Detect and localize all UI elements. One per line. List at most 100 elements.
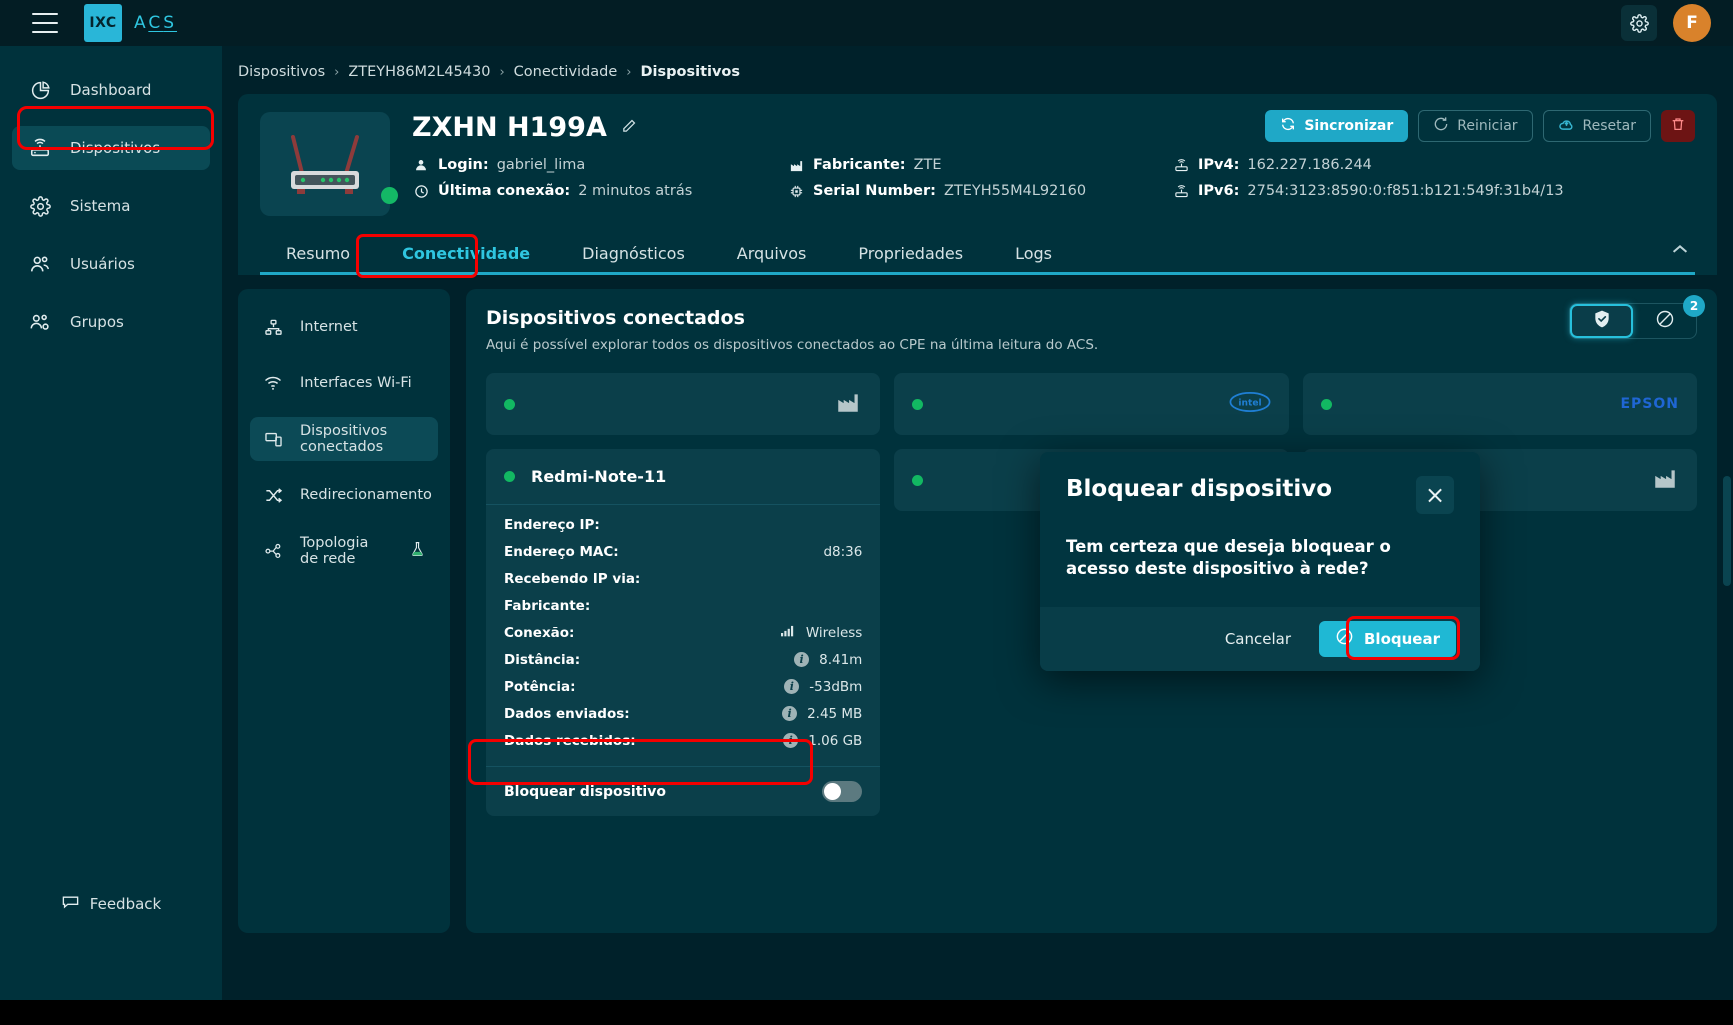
reset-button[interactable]: Resetar	[1542, 110, 1651, 142]
gear-icon	[28, 194, 52, 218]
device-status-dot	[381, 187, 398, 204]
device-property-row: Dados recebidos: i 1.06 GB	[504, 727, 862, 754]
page-scrollbar[interactable]	[1723, 46, 1731, 1025]
device-property-row: Conexão: Wireless	[504, 619, 862, 646]
blocked-icon	[1335, 627, 1354, 650]
epson-icon: EPSON	[1620, 396, 1679, 412]
block-device-label: Bloquear dispositivo	[504, 783, 666, 800]
breadcrumb-item-1[interactable]: Dispositivos	[238, 64, 325, 80]
status-dot	[1320, 398, 1332, 410]
subnav-item-topologia-de-rede[interactable]: Topologia de rede	[250, 529, 438, 573]
info-icon[interactable]: i	[783, 733, 799, 748]
device-ipv6: IPv6: 2754:3123:8590:0:f851:b121:549f:31…	[1172, 183, 1695, 199]
sync-icon	[1280, 116, 1296, 136]
subnav-item-dispositivos-conectados[interactable]: Dispositivos conectados	[250, 417, 438, 461]
connected-devices-subtitle: Aqui é possível explorar todos os dispos…	[486, 337, 1099, 353]
breadcrumb-item-2[interactable]: ZTEYH86M2L45430	[348, 64, 490, 80]
tab-resumo[interactable]: Resumo	[260, 232, 376, 275]
tab-arquivos[interactable]: Arquivos	[711, 232, 833, 275]
property-key: Fabricante:	[504, 597, 591, 614]
sidebar-item-label: Dispositivos	[70, 139, 161, 157]
subnav-item-label: Redirecionamento	[300, 487, 432, 503]
info-icon[interactable]: i	[784, 679, 800, 694]
chevron-up-icon[interactable]	[1669, 239, 1691, 265]
device-ipv4-label: IPv4:	[1198, 157, 1240, 173]
sync-label: Sincronizar	[1304, 118, 1394, 134]
feedback-label: Feedback	[89, 894, 162, 913]
status-dot	[912, 474, 924, 486]
shield-check-icon	[1592, 309, 1612, 333]
sync-button[interactable]: Sincronizar	[1265, 110, 1409, 142]
device-manufacturer-label: Fabricante:	[813, 157, 906, 173]
filter-segmented-control: 2	[1569, 295, 1705, 339]
tab-propriedades[interactable]: Propriedades	[832, 232, 989, 275]
subnav-item-redirecionamento[interactable]: Redirecionamento	[250, 473, 438, 517]
expanded-device-name: Redmi-Note-11	[531, 467, 667, 486]
app-logo: IXC ACS	[84, 4, 177, 42]
device-card[interactable]: intel	[894, 373, 1289, 435]
device-lastconn-label: Última conexão:	[438, 183, 571, 199]
property-key: Distância:	[504, 651, 581, 668]
tab-logs[interactable]: Logs	[989, 232, 1078, 275]
breadcrumb: Dispositivos › ZTEYH86M2L45430 › Conecti…	[222, 46, 1733, 80]
close-icon[interactable]: ×	[1416, 476, 1454, 514]
device-property-row: Endereço MAC: d8:36	[504, 538, 862, 565]
property-key: Endereço MAC:	[504, 543, 619, 560]
expanded-device-header[interactable]: Redmi-Note-11	[486, 449, 880, 504]
delete-button[interactable]	[1661, 110, 1695, 142]
device-property-row: Fabricante:	[504, 592, 862, 619]
shuffle-icon	[262, 486, 284, 505]
device-manufacturer: Fabricante: ZTE	[787, 157, 1172, 173]
device-property-row: Dados enviados: i 2.45 MB	[504, 700, 862, 727]
hamburger-icon[interactable]	[32, 13, 58, 33]
feedback-button[interactable]: Feedback	[0, 892, 222, 915]
block-device-row: Bloquear dispositivo	[486, 766, 881, 816]
device-property-row: Potência: i -53dBm	[504, 673, 862, 700]
restart-icon	[1433, 116, 1449, 136]
filter-allowed-button[interactable]	[1570, 304, 1633, 338]
breadcrumb-separator: ›	[334, 64, 340, 80]
device-card[interactable]: EPSON	[1302, 373, 1697, 435]
sidebar-item-sistema[interactable]: Sistema	[12, 184, 210, 228]
sidebar-item-dashboard[interactable]: Dashboard	[12, 68, 210, 112]
device-lastconn: Última conexão: 2 minutos atrás	[412, 183, 787, 199]
sidebar-item-dispositivos[interactable]: Dispositivos	[12, 126, 210, 170]
property-value: 1.06 GB	[808, 732, 863, 749]
device-card[interactable]	[486, 373, 881, 435]
info-icon[interactable]: i	[782, 706, 798, 721]
confirm-block-button[interactable]: Bloquear	[1319, 620, 1456, 657]
device-ipv4-value: 162.227.186.244	[1247, 157, 1372, 173]
scrollbar-thumb[interactable]	[1723, 476, 1731, 586]
breadcrumb-item-3[interactable]: Conectividade	[514, 64, 618, 80]
subnav-item-label: Dispositivos conectados	[300, 423, 388, 455]
sidebar-item-grupos[interactable]: Grupos	[12, 300, 210, 344]
property-key: Recebendo IP via:	[504, 570, 641, 587]
sidebar-item-usuarios[interactable]: Usuários	[12, 242, 210, 286]
tabs-underline	[260, 272, 1695, 275]
device-property-row: Distância: i 8.41m	[504, 646, 862, 673]
sidebar-item-label: Usuários	[70, 255, 135, 273]
blocked-icon	[1655, 309, 1675, 333]
flask-icon	[409, 540, 426, 562]
info-icon[interactable]: i	[794, 652, 810, 667]
subnav-item-interfaces-wifi[interactable]: Interfaces Wi-Fi	[250, 361, 438, 405]
connectivity-content: Internet Interfaces Wi-Fi Dispositivos c…	[238, 289, 1717, 933]
breadcrumb-separator: ›	[499, 64, 505, 80]
users-icon	[28, 252, 52, 276]
tab-diagnosticos[interactable]: Diagnósticos	[556, 232, 711, 275]
intel-icon: intel	[1229, 391, 1271, 417]
gear-icon[interactable]	[1621, 5, 1657, 41]
sidebar: Dashboard Dispositivos Sistema Usuários …	[0, 46, 222, 1025]
tab-conectividade[interactable]: Conectividade	[376, 232, 556, 275]
restart-button[interactable]: Reiniciar	[1418, 110, 1533, 142]
logo-mark: IXC	[84, 4, 122, 42]
avatar[interactable]: F	[1673, 4, 1711, 42]
breadcrumb-item-4[interactable]: Dispositivos	[640, 64, 740, 80]
modal-message: Tem certeza que deseja bloquear o acesso…	[1066, 537, 1391, 579]
block-device-toggle[interactable]	[822, 781, 863, 802]
subnav-item-internet[interactable]: Internet	[250, 305, 438, 349]
cancel-button[interactable]: Cancelar	[1213, 624, 1303, 654]
router-signal-icon	[1172, 158, 1190, 173]
device-ipv6-value: 2754:3123:8590:0:f851:b121:549f:31b4/13	[1247, 183, 1564, 199]
edit-icon[interactable]	[621, 117, 638, 138]
